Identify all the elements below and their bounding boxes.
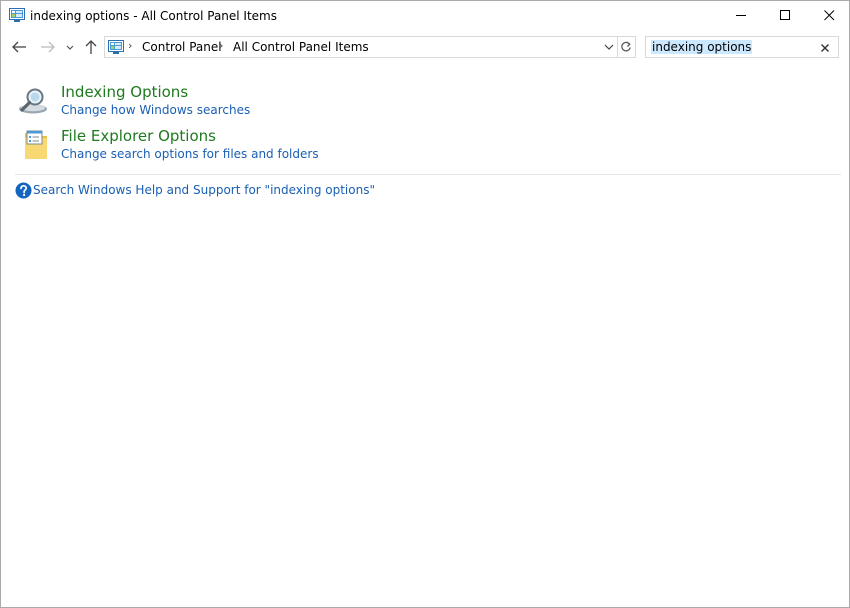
chevron-down-icon — [604, 44, 614, 50]
chevron-down-icon — [66, 45, 74, 50]
clear-search-button[interactable] — [820, 42, 830, 52]
up-button[interactable] — [81, 37, 101, 57]
result-file-explorer-options: File Explorer Options Change search opti… — [1, 127, 849, 163]
minimize-button[interactable] — [719, 1, 764, 31]
window-title: indexing options - All Control Panel Ite… — [30, 9, 277, 23]
navigation-bar: › Control Panel › All Control Panel Item… — [1, 34, 849, 60]
control-panel-icon — [9, 8, 25, 22]
arrow-left-icon — [12, 41, 26, 53]
recent-locations-button[interactable] — [63, 37, 77, 57]
refresh-icon — [621, 41, 631, 52]
result-indexing-options: Indexing Options Change how Windows sear… — [1, 83, 849, 119]
breadcrumb-control-panel[interactable]: Control Panel — [142, 40, 222, 54]
result-title[interactable]: File Explorer Options — [61, 127, 216, 145]
arrow-up-icon — [85, 40, 97, 54]
chevron-right-icon[interactable]: › — [128, 39, 132, 52]
folder-options-icon[interactable] — [18, 129, 52, 161]
magnifier-icon[interactable] — [18, 85, 52, 117]
control-panel-window: indexing options - All Control Panel Ite… — [0, 0, 850, 608]
result-subtitle-link[interactable]: Change search options for files and fold… — [61, 147, 319, 161]
title-bar: indexing options - All Control Panel Ite… — [1, 1, 849, 31]
close-button[interactable] — [807, 1, 849, 31]
question-icon — [15, 182, 32, 199]
result-title[interactable]: Indexing Options — [61, 83, 188, 101]
search-query[interactable]: indexing options — [651, 40, 753, 54]
arrow-right-icon — [41, 41, 55, 53]
control-panel-icon — [108, 40, 124, 54]
refresh-button[interactable] — [617, 36, 636, 58]
help-link-text[interactable]: Search Windows Help and Support for "ind… — [33, 183, 375, 197]
breadcrumb-all-items[interactable]: All Control Panel Items — [233, 40, 369, 54]
minimize-icon — [736, 15, 746, 16]
forward-button[interactable] — [38, 37, 58, 57]
search-input[interactable]: indexing options — [645, 36, 839, 58]
maximize-button[interactable] — [763, 1, 808, 31]
close-icon — [821, 44, 829, 52]
chevron-right-icon[interactable]: › — [219, 39, 223, 52]
maximize-icon — [780, 10, 790, 20]
address-dropdown-button[interactable] — [603, 41, 615, 53]
address-bar[interactable]: › Control Panel › All Control Panel Item… — [104, 36, 618, 58]
close-icon — [824, 10, 835, 21]
back-button[interactable] — [10, 37, 30, 57]
divider — [15, 174, 841, 175]
result-subtitle-link[interactable]: Change how Windows searches — [61, 103, 250, 117]
